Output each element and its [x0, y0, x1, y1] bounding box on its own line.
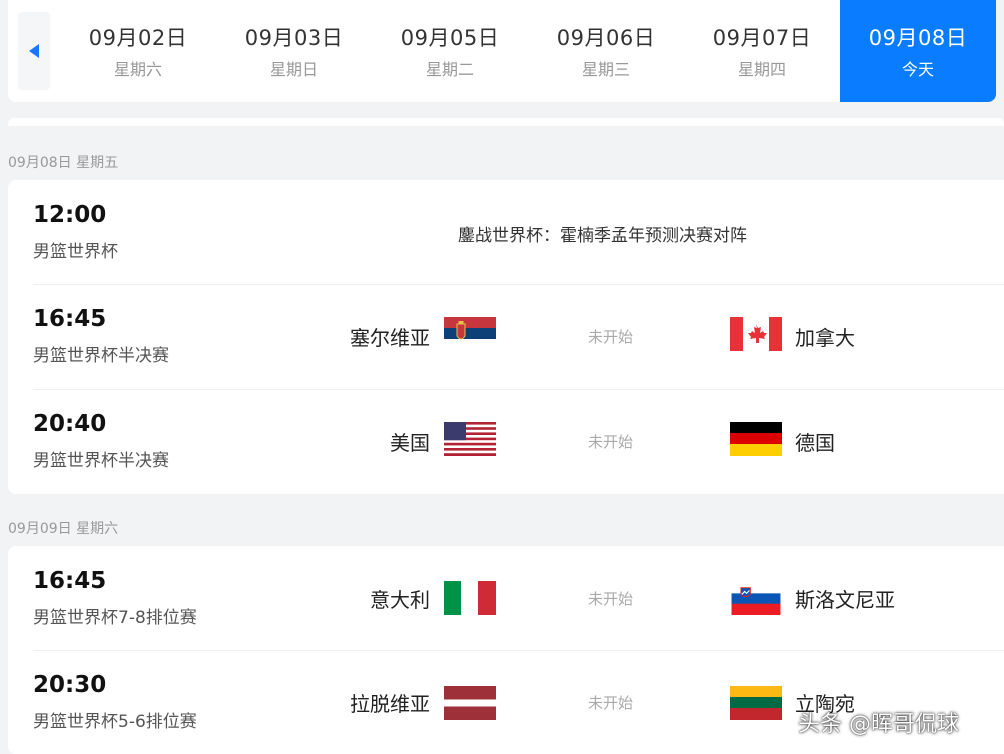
caret-left-icon [29, 44, 39, 58]
date-tab-0906[interactable]: 09月06日 星期三 [528, 0, 684, 102]
match-competition: 男篮世界杯 [33, 242, 118, 262]
germany-flag-icon [730, 422, 782, 456]
away-team-name: 加拿大 [795, 326, 855, 350]
date-tab-weekday: 今天 [901, 60, 934, 79]
lithuania-flag-icon [730, 686, 782, 720]
date-tab-0907[interactable]: 09月07日 星期四 [684, 0, 840, 102]
match-time: 20:40 [33, 411, 107, 437]
divider-strip [8, 118, 1004, 126]
section-date-label: 09月08日 星期五 [8, 155, 119, 171]
date-navigation-bar: 09月02日 星期六 09月03日 星期日 09月05日 星期二 09月06日 … [8, 0, 996, 102]
match-row[interactable]: 12:00 男篮世界杯 鏖战世界杯：霍楠季孟年预测决赛对阵 [8, 180, 1004, 285]
match-competition: 男篮世界杯7-8排位赛 [33, 608, 197, 628]
usa-flag-icon [444, 422, 496, 456]
latvia-flag-icon [444, 686, 496, 720]
italy-flag-icon [444, 581, 496, 615]
home-team-name: 拉脱维亚 [350, 692, 430, 716]
slovenia-flag-icon [731, 583, 781, 615]
match-status: 未开始 [588, 433, 634, 451]
match-time: 16:45 [33, 306, 107, 332]
match-row[interactable]: 20:40 男篮世界杯半决赛 美国 未开始 德国 [8, 389, 1004, 494]
match-time: 20:30 [33, 672, 107, 698]
previous-dates-button[interactable] [18, 12, 50, 90]
match-competition: 男篮世界杯半决赛 [33, 451, 169, 471]
section-date-label: 09月09日 星期六 [8, 521, 119, 537]
date-tab-0902[interactable]: 09月02日 星期六 [60, 0, 216, 102]
date-tab-0903[interactable]: 09月03日 星期日 [216, 0, 372, 102]
canada-flag-icon [730, 317, 782, 351]
date-tab-today[interactable]: 09月08日 今天 [840, 0, 996, 102]
match-competition: 男篮世界杯5-6排位赛 [33, 712, 197, 732]
feature-article-link[interactable]: 鏖战世界杯：霍楠季孟年预测决赛对阵 [458, 221, 747, 246]
date-tab-date: 09月06日 [556, 26, 656, 50]
date-tab-weekday: 星期四 [737, 60, 786, 79]
match-time: 16:45 [33, 568, 107, 594]
watermark: 头条 @晖哥侃球 [798, 712, 959, 737]
match-row[interactable]: 16:45 男篮世界杯7-8排位赛 意大利 未开始 斯洛文尼亚 [8, 546, 1004, 651]
date-tab-date: 09月07日 [712, 26, 812, 50]
home-team-name: 塞尔维亚 [350, 326, 430, 350]
date-tab-0905[interactable]: 09月05日 星期二 [372, 0, 528, 102]
date-tab-date: 09月03日 [244, 26, 344, 50]
date-tab-weekday: 星期二 [425, 60, 474, 79]
date-tab-weekday: 星期三 [581, 60, 630, 79]
date-tab-date: 09月08日 [868, 26, 968, 50]
match-status: 未开始 [588, 590, 634, 608]
match-status: 未开始 [588, 694, 634, 712]
date-tab-weekday: 星期六 [113, 60, 162, 79]
serbia-flag-icon [444, 317, 496, 351]
away-team-name: 德国 [795, 431, 835, 455]
match-competition: 男篮世界杯半决赛 [33, 346, 169, 366]
away-team-name: 斯洛文尼亚 [795, 588, 895, 612]
home-team-name: 意大利 [370, 588, 430, 612]
date-tab-date: 09月02日 [88, 26, 188, 50]
match-row[interactable]: 16:45 男篮世界杯半决赛 塞尔维亚 未开始 加拿大 [8, 284, 1004, 389]
match-status: 未开始 [588, 328, 634, 346]
home-team-name: 美国 [390, 431, 430, 455]
match-list-card: 12:00 男篮世界杯 鏖战世界杯：霍楠季孟年预测决赛对阵 16:45 男篮世界… [8, 180, 1004, 494]
match-row[interactable]: 20:30 男篮世界杯5-6排位赛 拉脱维亚 未开始 立陶宛 [8, 650, 1004, 754]
date-tab-date: 09月05日 [400, 26, 500, 50]
match-time: 12:00 [33, 202, 107, 228]
date-tab-weekday: 星期日 [269, 60, 318, 79]
